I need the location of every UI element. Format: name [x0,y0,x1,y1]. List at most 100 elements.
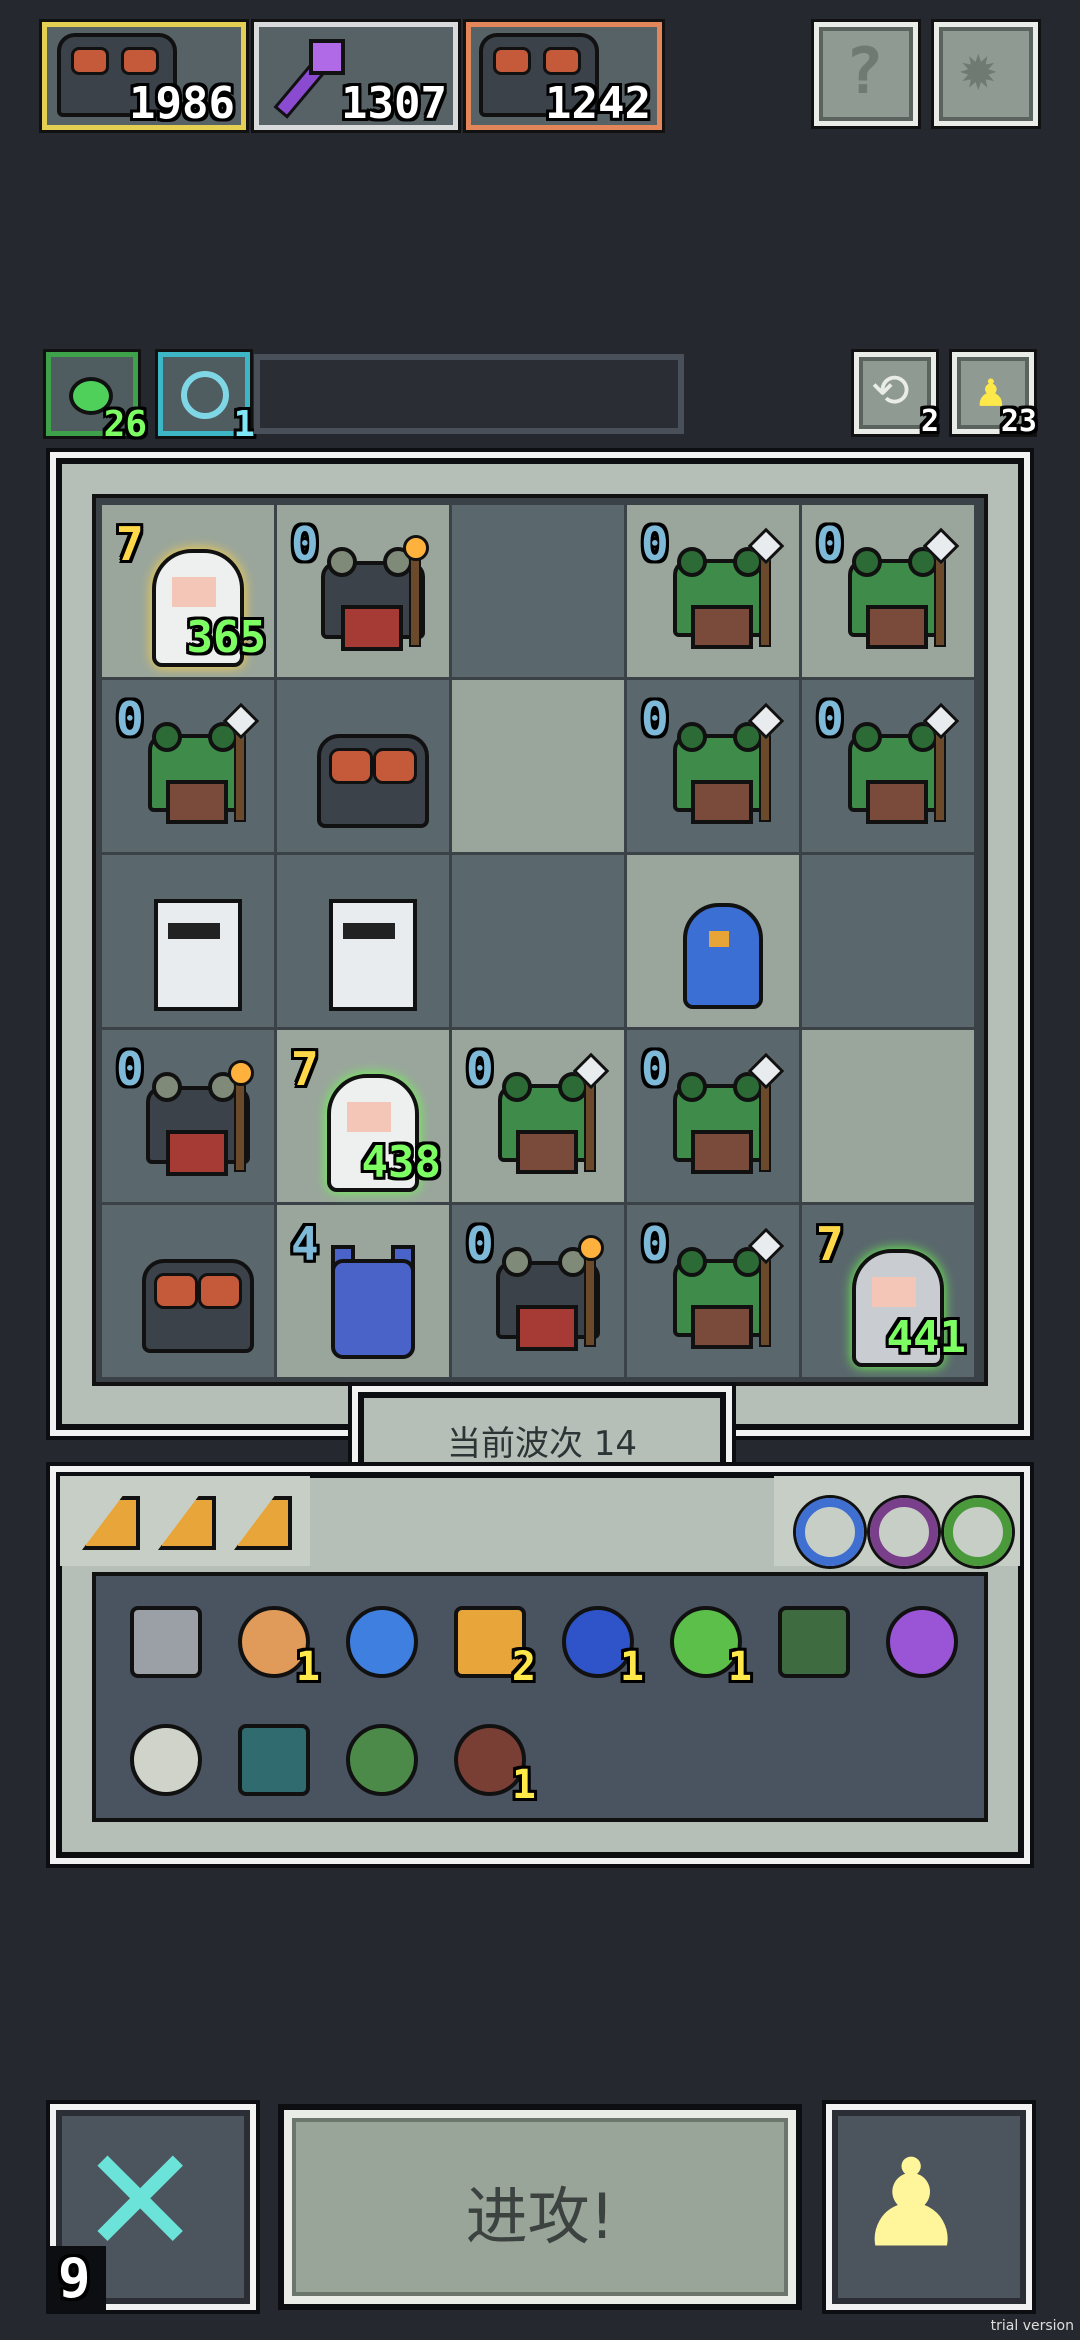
unit-level: 0 [116,1042,144,1096]
green-frog-spearman-icon [838,702,960,834]
totem-icon[interactable]: 1 [446,1716,536,1808]
item-count: 1 [727,1644,752,1690]
device-icon[interactable] [122,1716,202,1796]
board-cell[interactable]: 0 [277,505,449,677]
clock-icon [181,371,229,419]
progress-bar [254,354,684,434]
board-cell[interactable]: 0 [627,680,799,852]
attack-button[interactable]: 进攻! [278,2104,802,2310]
board-cell[interactable] [102,855,274,1027]
eye-orb-icon[interactable]: 2 [446,1598,536,1690]
unit-hp: 365 [186,612,266,663]
unit-level: 0 [641,1042,669,1096]
white-knight-icon [313,889,427,1011]
unit-level: 0 [291,517,319,571]
close-button[interactable]: ✕ 9 [50,2100,256,2310]
board-cell[interactable]: 0 [802,505,974,677]
pawn-button[interactable]: ♟ [826,2104,1032,2310]
inventory-items: 1 2 1 1 1 [92,1572,988,1822]
toad-icon [313,714,429,834]
close-count: 9 [58,2247,91,2310]
board-cell[interactable]: 0 [627,505,799,677]
staff-card[interactable]: 1307 [254,22,458,130]
board-cell[interactable]: 0 [627,1205,799,1377]
blue-wisp-icon[interactable] [338,1598,418,1678]
board-cell[interactable] [802,1030,974,1202]
green-frog-spearman-icon [488,1052,610,1184]
blue-ring-icon[interactable] [796,1498,864,1566]
blue-demon-icon [313,1239,423,1359]
green-frog-spearman-icon [663,1052,785,1184]
unit-level: 0 [466,1042,494,1096]
board-cell[interactable] [277,855,449,1027]
lantern-icon[interactable]: 1 [230,1598,320,1690]
board-cell[interactable]: 7 438 [277,1030,449,1202]
unit-level: 0 [641,692,669,746]
unit-level: 0 [641,1217,669,1271]
reroll-button[interactable]: ⟲ 2 [854,352,939,439]
reroll-icon: ⟲ [871,363,910,417]
unit-level: 0 [816,517,844,571]
board-cell[interactable]: 0 [102,680,274,852]
board-cell[interactable]: 7 365 [102,505,274,677]
dark-frog-mage-icon [138,1060,254,1184]
unit-level: 0 [816,692,844,746]
board-cell[interactable] [627,855,799,1027]
unit-level: 7 [291,1042,319,1096]
pawn-icon: ♟ [866,2108,957,2282]
unit-level: 7 [816,1217,844,1271]
green-resource-count: 26 [103,404,147,445]
board-cell[interactable]: 7 441 [802,1205,974,1377]
green-ring-icon[interactable] [944,1498,1012,1566]
green-spirit-icon[interactable]: 1 [662,1598,752,1690]
toad-card[interactable]: 1986 [42,22,246,130]
board-cell[interactable] [277,680,449,852]
board-cell[interactable]: 4 [277,1205,449,1377]
hammer-icon[interactable] [122,1598,202,1678]
toad-count: 1986 [129,78,235,129]
board-cell[interactable]: 0 [802,680,974,852]
green-frog-spearman-icon [138,702,260,834]
toad-icon [138,1239,254,1359]
white-knight-icon [138,889,252,1011]
green-frog-spearman-icon [663,1227,785,1359]
rock-moss-icon[interactable] [770,1598,850,1678]
board-cell[interactable] [452,505,624,677]
reroll-count: 2 [920,404,939,439]
staff-count: 1307 [341,78,447,129]
arrow-icon[interactable] [338,1716,418,1796]
unit-level: 7 [116,517,144,571]
wave-label: 当前波次 14 [446,1424,638,1464]
item-count: 1 [619,1644,644,1690]
dark-leaf-icon[interactable] [230,1716,310,1796]
gear-icon: ✹ [959,31,998,105]
item-count: 2 [511,1644,536,1690]
board-cell[interactable]: 0 [627,1030,799,1202]
help-button[interactable]: ? [814,22,918,126]
green-frog-spearman-icon [663,702,785,834]
hourglass-icon[interactable]: 1 [554,1598,644,1690]
board-cell[interactable]: 0 [452,1030,624,1202]
attack-label: 进攻! [465,2180,615,2253]
purple-ring-icon[interactable] [870,1498,938,1566]
unit-level: 0 [466,1217,494,1271]
green-resource[interactable]: 26 [46,352,147,445]
settings-button[interactable]: ✹ [934,22,1038,126]
unit-level: 4 [291,1217,319,1271]
dark-frog-mage-icon [313,535,429,659]
key-button[interactable]: ♟ 23 [952,352,1037,439]
item-count: 1 [511,1762,536,1808]
board-cell[interactable] [452,855,624,1027]
board-cell[interactable]: 0 [452,1205,624,1377]
purple-staff-icon[interactable] [878,1598,958,1678]
board-cell[interactable]: 0 [102,1030,274,1202]
board-cell[interactable] [102,1205,274,1377]
timer-resource[interactable]: 1 [158,352,255,445]
board-cell[interactable] [802,855,974,1027]
dark-frog-mage-icon [488,1235,604,1359]
board-cell[interactable] [452,680,624,852]
green-frog-spearman-icon [838,527,960,659]
toad-card-2[interactable]: 1242 [466,22,662,130]
unit-hp: 441 [886,1312,966,1363]
question-mark-icon: ? [845,35,884,109]
